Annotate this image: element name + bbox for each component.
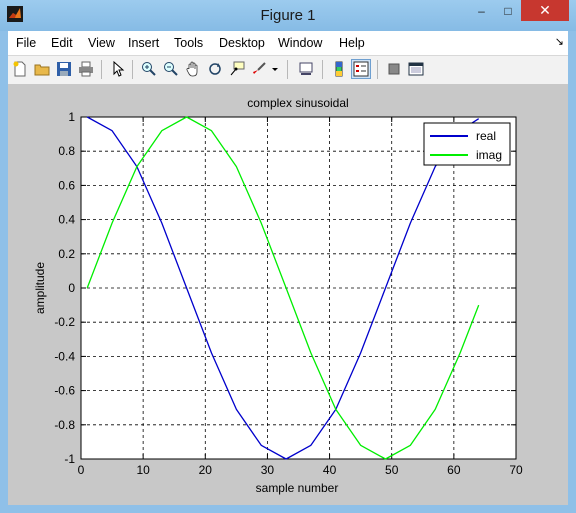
minimize-button[interactable]: – <box>468 0 495 21</box>
zoom-in-icon[interactable] <box>139 59 159 79</box>
open-file-icon[interactable] <box>32 59 52 79</box>
x-tick-label: 60 <box>447 463 461 477</box>
edit-plot-pointer-icon[interactable] <box>108 59 128 79</box>
x-tick-label: 50 <box>385 463 399 477</box>
close-button[interactable]: ✕ <box>521 0 569 21</box>
maximize-icon: □ <box>504 3 512 18</box>
y-tick-label: 0.6 <box>58 178 75 192</box>
insert-colorbar-icon[interactable] <box>329 59 349 79</box>
legend-label-real: real <box>476 129 496 143</box>
y-tick-label: 0.4 <box>58 213 75 227</box>
menu-desktop[interactable]: Desktop <box>219 36 265 50</box>
save-icon[interactable] <box>54 59 74 79</box>
x-axis-label: sample number <box>256 481 339 495</box>
menu-file[interactable]: File <box>16 36 36 50</box>
menu-edit[interactable]: Edit <box>51 36 73 50</box>
menu-window[interactable]: Window <box>278 36 322 50</box>
brush-icon[interactable] <box>249 59 269 79</box>
legend-label-imag: imag <box>476 148 502 162</box>
y-tick-label: 0.2 <box>58 247 75 261</box>
new-figure-icon[interactable] <box>10 59 30 79</box>
rotate-3d-icon[interactable] <box>205 59 225 79</box>
insert-legend-icon[interactable] <box>351 59 371 79</box>
y-axis-label: amplitude <box>33 262 47 314</box>
minimize-icon: – <box>478 3 485 18</box>
pan-hand-icon[interactable] <box>183 59 203 79</box>
close-icon: ✕ <box>539 2 551 18</box>
toolbar-separator <box>132 60 133 79</box>
x-tick-label: 40 <box>323 463 337 477</box>
figure-window: Figure 1 – □ ✕ File Edit View Insert Too… <box>0 0 576 513</box>
toolbar-separator <box>287 60 288 79</box>
toolbar-separator <box>377 60 378 79</box>
y-tick-label: 0.8 <box>58 144 75 158</box>
link-plot-icon[interactable] <box>296 59 316 79</box>
figure-toolbar <box>8 56 568 85</box>
chart-title: complex sinusoidal <box>247 96 348 110</box>
dock-arrow-icon[interactable]: ↘ <box>555 35 564 48</box>
x-tick-label: 70 <box>509 463 523 477</box>
x-tick-label: 10 <box>136 463 150 477</box>
toolbar-separator <box>101 60 102 79</box>
legend[interactable]: real imag <box>423 122 511 166</box>
menu-bar: File Edit View Insert Tools Desktop Wind… <box>8 31 568 56</box>
y-tick-label: 1 <box>68 110 75 124</box>
x-tick-label: 30 <box>261 463 275 477</box>
hide-plot-tools-icon[interactable] <box>384 59 404 79</box>
plot-svg[interactable]: 0 10 20 30 40 50 60 70 -1 -0.8 -0.6 -0.4 -0.2 0 0.2 0.4… <box>8 85 568 505</box>
y-tick-label: -0.4 <box>54 349 75 363</box>
data-cursor-icon[interactable] <box>227 59 247 79</box>
y-tick-label: -0.8 <box>54 418 75 432</box>
title-bar[interactable]: Figure 1 – □ ✕ <box>0 0 576 31</box>
menu-help[interactable]: Help <box>339 36 365 50</box>
zoom-out-icon[interactable] <box>161 59 181 79</box>
maximize-button[interactable]: □ <box>495 0 521 21</box>
figure-canvas[interactable]: 0 10 20 30 40 50 60 70 -1 -0.8 -0.6 -0.4 -0.2 0 0.2 0.4… <box>8 85 568 505</box>
y-tick-label: 0 <box>68 281 75 295</box>
menu-insert[interactable]: Insert <box>128 36 159 50</box>
show-plot-tools-icon[interactable] <box>406 59 426 79</box>
y-tick-label: -0.6 <box>54 384 75 398</box>
x-tick-label: 20 <box>199 463 213 477</box>
y-tick-label: -1 <box>64 452 75 466</box>
y-tick-label: -0.2 <box>54 315 75 329</box>
brush-dropdown-icon[interactable] <box>269 59 281 79</box>
toolbar-separator <box>322 60 323 79</box>
menu-tools[interactable]: Tools <box>174 36 203 50</box>
menu-view[interactable]: View <box>88 36 115 50</box>
print-icon[interactable] <box>76 59 96 79</box>
x-tick-label: 0 <box>78 463 85 477</box>
